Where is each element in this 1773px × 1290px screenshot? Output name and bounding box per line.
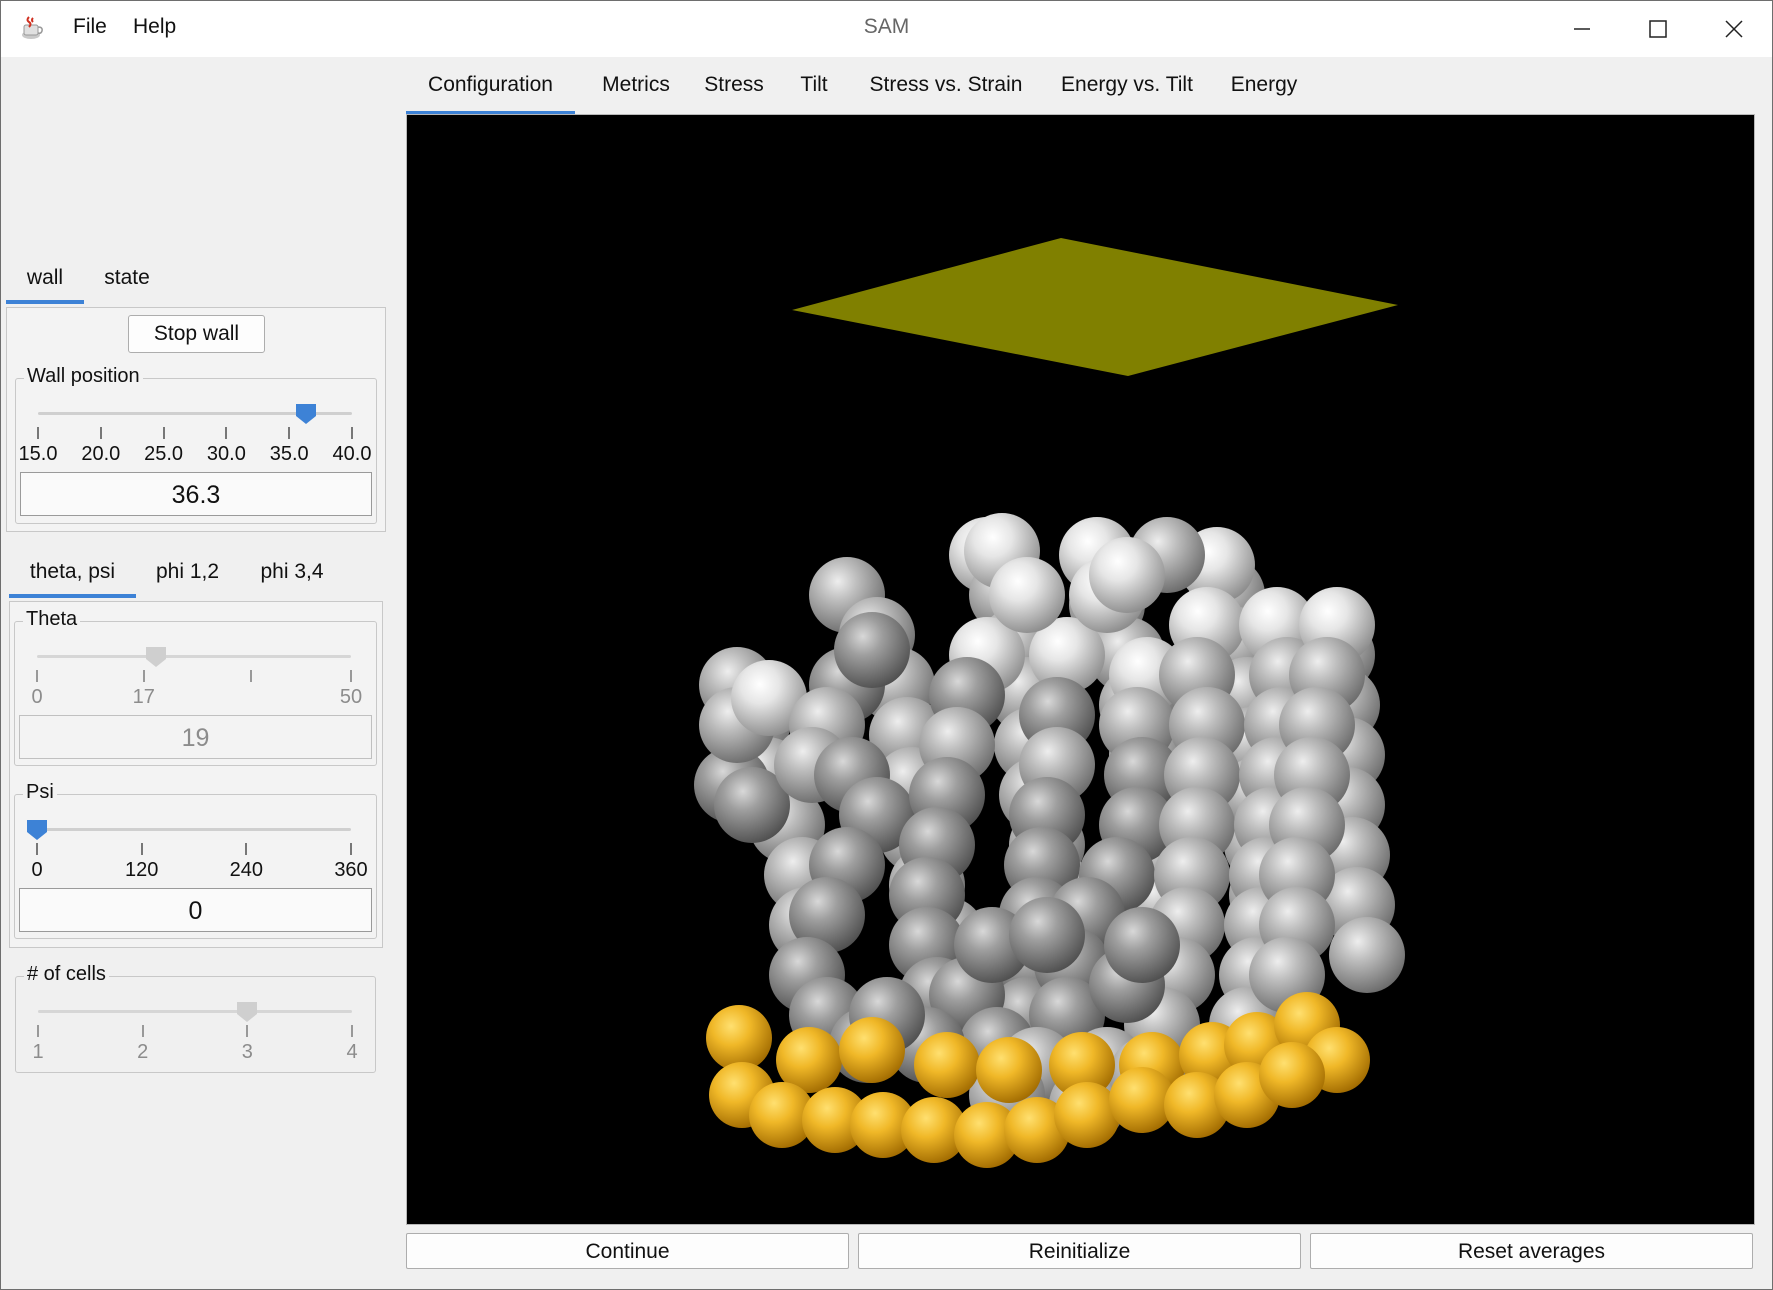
theta-label: Theta [23,608,81,631]
cells-tick [141,1025,144,1037]
tab-energy[interactable]: Energy [1222,57,1306,113]
angles-panel: Theta 0 17 50 19 Psi 0 120 240 360 0 [9,601,383,948]
wall_position-tick [288,427,291,439]
tab-wall[interactable]: wall [6,258,84,304]
psi-tick [245,843,248,855]
psi-tick-label: 240 [229,859,264,881]
chain-atom [1329,917,1405,993]
theta-thumb[interactable] [145,646,167,668]
wall-position-label: Wall position [24,365,143,388]
theta-tick-label: 17 [132,686,155,708]
theta-tick-label: 0 [31,686,43,708]
maximize-button[interactable] [1620,1,1696,57]
wall-position-group: Wall position 15.0 20.0 25.0 30.0 35.0 40.0 3… [15,365,377,524]
tab-state[interactable]: state [96,258,158,298]
minimize-icon [1574,28,1590,30]
wall-position-value: 36.3 [20,472,372,516]
minimize-button[interactable] [1544,1,1620,57]
tab-stress[interactable]: Stress [699,57,769,113]
substrate-atom [706,1005,772,1071]
cells-tick [351,1025,353,1037]
cells-group: # of cells 1 2 3 4 [15,963,376,1073]
cells-tick-label: 3 [241,1041,253,1063]
close-icon [1725,20,1743,38]
tab-energy-vs-tilt[interactable]: Energy vs. Tilt [1052,57,1202,113]
wall_position-tick-label: 25.0 [144,443,184,465]
stop-wall-button[interactable]: Stop wall [128,315,265,353]
substrate-atom [976,1037,1042,1103]
cells-tick-label: 2 [137,1041,149,1063]
maximize-icon [1649,20,1667,38]
wall-panel: Stop wall Wall position 15.0 20.0 25.0 30.0… [6,307,386,532]
substrate-atom [1259,1042,1325,1108]
psi-value: 0 [19,888,372,932]
reinitialize-button[interactable]: Reinitialize [858,1233,1301,1269]
tab-metrics[interactable]: Metrics [591,57,681,113]
cells-track[interactable] [38,1010,352,1013]
wall_position-tick [162,427,165,439]
cells-label: # of cells [24,963,109,986]
cells-tick-label: 4 [346,1041,358,1063]
chain-atom [1089,537,1165,613]
theta-tick [142,670,145,682]
wall_position-tick [99,427,102,439]
wall_position-tick-label: 20.0 [81,443,121,465]
tab-stress-vs-strain[interactable]: Stress vs. Strain [861,57,1031,113]
psi-tick [36,843,38,855]
psi-thumb[interactable] [26,819,48,841]
chain-atom [989,557,1065,633]
wall-position-thumb[interactable] [295,403,317,425]
cells-tick-label: 1 [32,1041,44,1063]
tab-theta-psi[interactable]: theta, psi [9,552,136,598]
wall-plane [792,238,1398,376]
wall_position-tick-label: 35.0 [269,443,309,465]
theta-track[interactable] [37,655,351,658]
close-button[interactable] [1696,1,1772,57]
theta-tick [36,670,38,682]
theta-tick [249,670,252,682]
psi-group: Psi 0 120 240 360 0 [14,781,377,939]
cells-tick [246,1025,249,1037]
chain-atom [1009,897,1085,973]
tab-tilt[interactable]: Tilt [786,57,842,113]
theta-value: 19 [19,715,372,759]
cells-tick [37,1025,39,1037]
continue-button[interactable]: Continue [406,1233,849,1269]
wall_position-tick [351,427,353,439]
app-window: File Help SAM Configuration Metrics Stre… [0,0,1773,1290]
psi-track[interactable] [37,828,351,831]
theta-tick-label: 50 [339,686,363,708]
reset-averages-button[interactable]: Reset averages [1310,1233,1753,1269]
psi-tick-label: 120 [124,859,159,881]
chain-atom [834,612,910,688]
wall_position-tick [225,427,228,439]
wall_position-tick-label: 30.0 [206,443,246,465]
cells-thumb[interactable] [236,1001,258,1023]
psi-label: Psi [23,781,57,804]
psi-tick-label: 0 [31,859,43,881]
wall_position-tick-label: 40.0 [332,443,372,465]
psi-tick [350,843,352,855]
title-bar: File Help SAM [1,1,1772,57]
configuration-3d-viewport[interactable] [406,114,1755,1225]
theta-tick [350,670,352,682]
window-title: SAM [863,15,910,38]
psi-tick [140,843,143,855]
substrate-atom [914,1032,980,1098]
chain-atom [1104,907,1180,983]
wall_position-tick [37,427,39,439]
psi-tick-label: 360 [334,859,368,881]
theta-group: Theta 0 17 50 19 [14,608,377,766]
tab-configuration[interactable]: Configuration [406,57,575,115]
tab-phi-1-2[interactable]: phi 1,2 [151,552,224,592]
molecular-scene [694,238,1405,1168]
tab-phi-3-4[interactable]: phi 3,4 [253,552,331,592]
wall_position-tick-label: 15.0 [18,443,58,465]
substrate-atom [839,1017,905,1083]
